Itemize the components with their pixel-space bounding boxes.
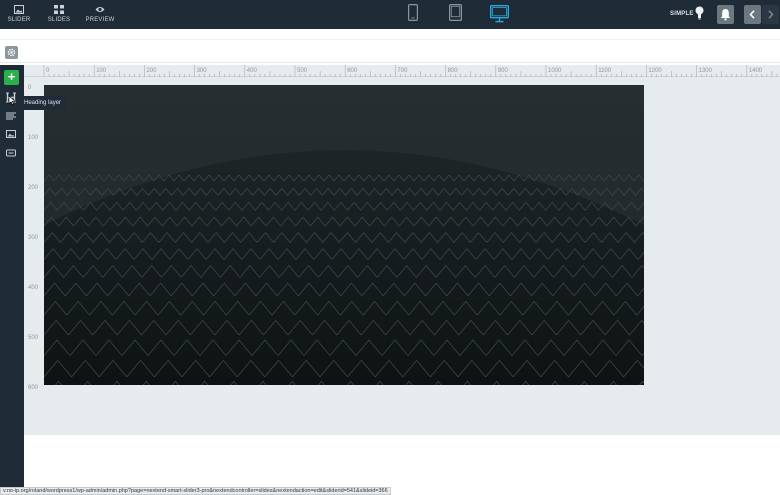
top-toolbar: SLIDER SLIDES PREVIEW SIMPLE bbox=[0, 0, 780, 29]
chevron-right-icon bbox=[768, 10, 774, 19]
ruler-label-y: 100 bbox=[28, 135, 39, 141]
mobile-icon[interactable] bbox=[408, 4, 418, 21]
slider-tab[interactable]: SLIDER bbox=[0, 3, 38, 27]
ruler-label-x: 100 bbox=[96, 68, 107, 74]
ruler-label-x: 700 bbox=[397, 68, 408, 74]
ruler-label-x: 1300 bbox=[698, 68, 712, 74]
browser-status-url: v.no-ip.org/roland/wordpress1/wp-admin/a… bbox=[0, 487, 391, 495]
slide-background-image[interactable] bbox=[44, 85, 644, 385]
tablet-icon[interactable] bbox=[449, 4, 462, 21]
eye-icon bbox=[95, 7, 105, 12]
slides-tab[interactable]: SLIDES bbox=[40, 3, 78, 27]
slides-tab-label: SLIDES bbox=[47, 17, 71, 23]
button-icon[interactable] bbox=[6, 149, 16, 157]
ruler-label-x: 0 bbox=[46, 68, 50, 74]
ruler-label-x: 800 bbox=[447, 68, 458, 74]
layer-toolbar bbox=[0, 39, 780, 63]
architecture-photo bbox=[44, 85, 644, 385]
add-layer-button[interactable]: + bbox=[4, 70, 19, 85]
preview-tab[interactable]: PREVIEW bbox=[81, 3, 119, 27]
ruler-label-x: 500 bbox=[297, 68, 308, 74]
ruler-label-x: 600 bbox=[347, 68, 358, 74]
left-sidebar bbox=[0, 65, 24, 488]
ruler-label-x: 1400 bbox=[748, 68, 763, 74]
chevron-left-icon bbox=[749, 10, 755, 19]
layer-tooltip: Heading layer bbox=[19, 96, 67, 110]
ruler-label-y: 200 bbox=[28, 185, 39, 191]
ruler-label-x: 400 bbox=[246, 68, 257, 74]
slider-tab-label: SLIDER bbox=[7, 17, 31, 23]
editor-footer-area bbox=[24, 435, 780, 488]
ruler-label-y: 0 bbox=[28, 85, 32, 91]
gear-icon bbox=[7, 48, 16, 57]
mouse-cursor-icon bbox=[8, 95, 16, 105]
text-icon[interactable] bbox=[6, 112, 16, 120]
lightbulb-icon[interactable] bbox=[695, 6, 704, 20]
ruler-label-y: 500 bbox=[28, 335, 39, 341]
ruler-label-y: 300 bbox=[28, 235, 39, 241]
image-icon[interactable] bbox=[6, 130, 16, 138]
horizontal-ruler: 0 100 200 300 400 500 600 700 800 900 1000 1100 1200… bbox=[24, 65, 780, 77]
ruler-label-x: 1000 bbox=[548, 68, 562, 74]
bell-icon bbox=[720, 9, 731, 21]
grid-icon bbox=[54, 5, 64, 14]
settings-button[interactable] bbox=[5, 46, 18, 59]
ruler-label-x: 300 bbox=[196, 68, 207, 74]
ruler-label-y: 400 bbox=[28, 285, 39, 291]
preview-tab-label: PREVIEW bbox=[85, 17, 115, 23]
ruler-label-x: 900 bbox=[497, 68, 508, 74]
vertical-ruler: 0 100 200 300 400 500 600 bbox=[24, 77, 44, 435]
image-icon bbox=[14, 5, 24, 14]
next-button[interactable] bbox=[762, 5, 779, 24]
mode-label: SIMPLE bbox=[670, 11, 694, 17]
previous-button[interactable] bbox=[744, 5, 761, 24]
desktop-icon[interactable] bbox=[490, 5, 509, 23]
notifications-button[interactable] bbox=[717, 5, 734, 24]
ruler-label-x: 1200 bbox=[648, 68, 662, 74]
ruler-label-y: 600 bbox=[28, 385, 39, 391]
ruler-label-x: 1100 bbox=[598, 68, 612, 74]
ruler-label-x: 200 bbox=[146, 68, 157, 74]
